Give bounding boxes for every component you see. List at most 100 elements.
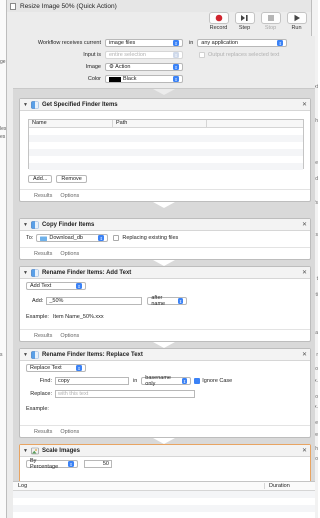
disclosure-triangle-icon[interactable]: ▼ xyxy=(23,352,28,358)
column-path[interactable]: Path xyxy=(113,120,207,127)
image-label: Image xyxy=(85,64,101,70)
table-header: Name Path xyxy=(29,120,303,128)
receives-popup[interactable]: image files ⇕ xyxy=(105,39,183,47)
column-duration[interactable]: Duration xyxy=(265,483,290,489)
in-label: in xyxy=(133,378,138,384)
window-title: Resize Image 50% (Quick Action) xyxy=(20,2,117,10)
column-name[interactable]: Name xyxy=(29,120,113,127)
disclosure-triangle-icon[interactable]: ▼ xyxy=(23,448,28,454)
record-button[interactable]: Record xyxy=(208,12,229,31)
chevron-updown-icon: ⇕ xyxy=(173,76,179,82)
action-title: Rename Finder Items: Replace Text xyxy=(41,351,143,358)
percentage-field[interactable]: 50 xyxy=(84,460,112,468)
rename-mode-popup[interactable]: Add Text ⇕ xyxy=(26,282,86,290)
column-log[interactable]: Log xyxy=(13,483,265,489)
replace-field[interactable]: with this text xyxy=(55,390,195,398)
action-header[interactable]: ▼ Rename Finder Items: Add Text ✕ xyxy=(20,267,310,279)
image-popup[interactable]: ⚙ Action ⇕ xyxy=(105,63,183,71)
scope-popup[interactable]: basename only ⇕ xyxy=(141,375,192,387)
scale-mode-value: By Percentage xyxy=(30,458,59,470)
replace-mode-popup[interactable]: Replace Text ⇕ xyxy=(26,364,86,372)
options-tab[interactable]: Options xyxy=(60,251,79,257)
color-popup[interactable]: Black ⇕ xyxy=(105,75,183,83)
finder-items-table[interactable]: Name Path xyxy=(28,119,304,170)
action-header[interactable]: ▼ Rename Finder Items: Replace Text ✕ xyxy=(20,349,310,361)
options-tab[interactable]: Options xyxy=(60,193,79,199)
close-icon[interactable]: ✕ xyxy=(302,221,307,228)
to-label: To: xyxy=(26,235,34,241)
results-tab[interactable]: Results xyxy=(34,193,52,199)
action-title: Rename Finder Items: Add Text xyxy=(41,269,132,276)
workflow-settings: Workflow receives current image files ⇕ … xyxy=(13,36,315,89)
background-text: a xyxy=(315,330,318,336)
step-button[interactable]: Step xyxy=(234,12,255,31)
action-header[interactable]: ▼ Get Specified Finder Items ✕ xyxy=(20,99,310,111)
position-popup[interactable]: after name ⇕ xyxy=(147,295,188,307)
folder-icon xyxy=(40,236,48,241)
log-header: Log Duration xyxy=(13,482,315,491)
replacing-label: Replacing existing files xyxy=(122,235,179,241)
action-header[interactable]: ▼ Copy Finder Items ✕ xyxy=(20,219,310,231)
log-panel: Log Duration xyxy=(13,481,315,518)
disclosure-triangle-icon[interactable]: ▼ xyxy=(23,222,28,228)
action-rename-add-text: ▼ Rename Finder Items: Add Text ✕ Add Te… xyxy=(19,266,311,342)
replace-label: Replace: xyxy=(30,391,52,397)
automator-window: Resize Image 50% (Quick Action) Record S… xyxy=(6,0,315,518)
close-icon[interactable]: ✕ xyxy=(302,101,307,108)
ignore-case-label: Ignore Case xyxy=(202,378,233,384)
chevron-updown-icon: ⇕ xyxy=(277,40,284,46)
record-icon xyxy=(215,14,222,22)
title-bar[interactable]: Resize Image 50% (Quick Action) xyxy=(7,0,311,12)
destination-popup[interactable]: Download_db ⇕ xyxy=(36,234,109,242)
background-text: es xyxy=(0,134,6,140)
add-text-field[interactable]: _50% xyxy=(46,297,143,305)
output-replaces-checkbox[interactable] xyxy=(199,52,205,58)
connector-icon xyxy=(153,202,175,208)
remove-button[interactable]: Remove xyxy=(56,175,87,183)
replacing-checkbox[interactable] xyxy=(113,235,120,241)
close-icon[interactable]: ✕ xyxy=(302,269,307,276)
output-replaces-label: Output replaces selected text xyxy=(208,52,280,58)
background-text: s xyxy=(0,352,3,358)
color-value: Black xyxy=(123,76,137,82)
application-value: any application xyxy=(201,40,238,46)
close-icon[interactable]: ✕ xyxy=(302,351,307,358)
action-title: Get Specified Finder Items xyxy=(41,101,118,108)
scope-value: basename only xyxy=(145,375,171,387)
finder-icon xyxy=(31,268,39,277)
results-tab[interactable]: Results xyxy=(34,251,52,257)
step-label: Step xyxy=(238,25,251,31)
chevron-updown-icon: ⇕ xyxy=(181,378,188,384)
input-popup[interactable]: entire selection ⇕ xyxy=(105,51,183,59)
in-label: in xyxy=(189,40,194,46)
record-label: Record xyxy=(209,25,228,31)
stop-button[interactable]: Stop xyxy=(260,12,281,31)
add-label: Add: xyxy=(32,298,44,304)
stop-label: Stop xyxy=(264,25,277,31)
run-button[interactable]: Run xyxy=(286,12,307,31)
close-icon[interactable]: ✕ xyxy=(302,447,307,454)
options-tab[interactable]: Options xyxy=(60,429,79,435)
background-text: d xyxy=(315,176,318,182)
chevron-updown-icon: ⇕ xyxy=(173,52,179,58)
background-text: t xyxy=(316,276,318,282)
results-tab[interactable]: Results xyxy=(34,429,52,435)
disclosure-triangle-icon[interactable]: ▼ xyxy=(23,270,28,276)
chevron-updown-icon: ⇕ xyxy=(76,365,82,371)
scale-mode-popup[interactable]: By Percentage ⇕ xyxy=(26,458,78,470)
add-button[interactable]: Add... xyxy=(28,175,53,183)
options-tab[interactable]: Options xyxy=(60,333,79,339)
finder-icon xyxy=(31,350,39,359)
chevron-updown-icon: ⇕ xyxy=(177,298,184,304)
find-field[interactable]: copy xyxy=(55,377,129,385)
action-footer: Results Options xyxy=(20,425,310,437)
results-tab[interactable]: Results xyxy=(34,333,52,339)
application-popup[interactable]: any application ⇕ xyxy=(197,39,288,47)
action-header[interactable]: ▼ Scale Images ✕ xyxy=(20,445,310,457)
disclosure-triangle-icon[interactable]: ▼ xyxy=(23,102,28,108)
example-label: Example: xyxy=(26,406,49,412)
ignore-case-checkbox[interactable] xyxy=(194,378,201,384)
chevron-updown-icon: ⇕ xyxy=(173,64,179,70)
replace-placeholder: with this text xyxy=(58,391,89,397)
replace-mode-value: Replace Text xyxy=(30,365,62,371)
